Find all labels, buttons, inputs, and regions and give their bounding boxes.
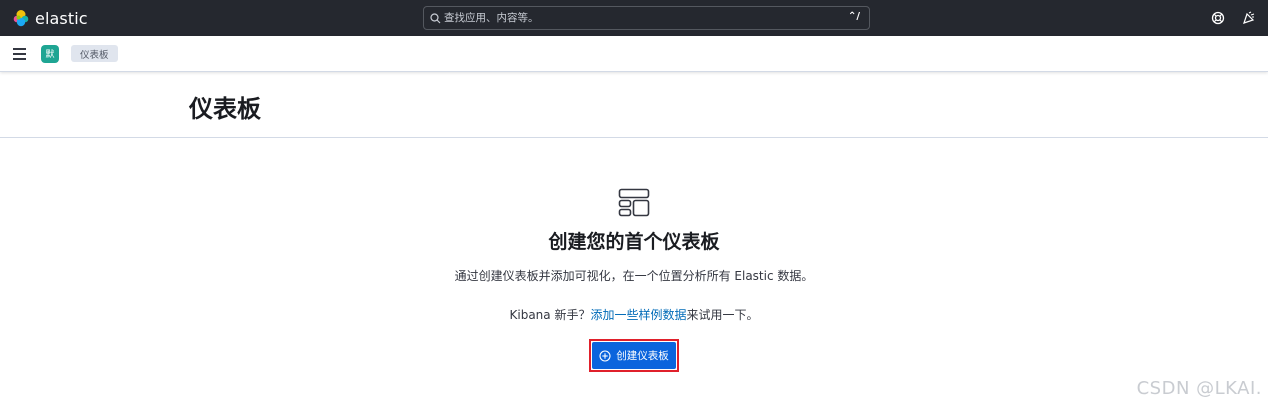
watermark: CSDN @LKAI. bbox=[1136, 378, 1262, 399]
empty-prompt: 创建您的首个仪表板 通过创建仪表板并添加可视化，在一个位置分析所有 Elasti… bbox=[0, 188, 1268, 372]
plus-circle-icon bbox=[599, 349, 611, 362]
create-dashboard-button[interactable]: 创建仪表板 bbox=[592, 342, 676, 369]
header-actions bbox=[1210, 10, 1256, 26]
search-shortcut-badge: ⌃/ bbox=[847, 11, 860, 22]
help-icon[interactable] bbox=[1210, 10, 1226, 26]
new-user-hint: Kibana 新手？添加一些样例数据来试用一下。 bbox=[510, 306, 759, 323]
dashboard-icon bbox=[618, 188, 650, 218]
create-dashboard-label: 创建仪表板 bbox=[616, 350, 669, 362]
new-user-prefix: Kibana 新手？ bbox=[509, 308, 591, 322]
empty-title: 创建您的首个仪表板 bbox=[548, 231, 720, 253]
breadcrumb-dashboard: 仪表板 bbox=[71, 45, 118, 62]
top-header: elastic ⌃/ bbox=[0, 0, 1268, 36]
elastic-logo[interactable]: elastic bbox=[12, 9, 88, 28]
elastic-logo-icon bbox=[13, 10, 29, 27]
new-user-suffix: 来试用一下。 bbox=[686, 308, 759, 322]
empty-description: 通过创建仪表板并添加可视化，在一个位置分析所有 Elastic 数据。 bbox=[454, 269, 814, 283]
page-header: 仪表板 bbox=[0, 73, 1268, 138]
page-title: 仪表板 bbox=[189, 95, 261, 123]
global-search[interactable]: ⌃/ bbox=[423, 6, 870, 30]
menu-toggle-icon[interactable] bbox=[13, 47, 26, 60]
add-sample-data-link[interactable]: 添加一些样例数据 bbox=[590, 308, 686, 322]
logo-text: elastic bbox=[35, 8, 88, 28]
search-input[interactable] bbox=[444, 12, 824, 24]
news-icon[interactable] bbox=[1240, 10, 1256, 26]
search-icon bbox=[430, 12, 441, 24]
create-button-highlight: 创建仪表板 bbox=[589, 339, 679, 372]
space-avatar[interactable]: 默 bbox=[41, 44, 59, 63]
breadcrumb-bar: 默 仪表板 bbox=[0, 36, 1268, 72]
